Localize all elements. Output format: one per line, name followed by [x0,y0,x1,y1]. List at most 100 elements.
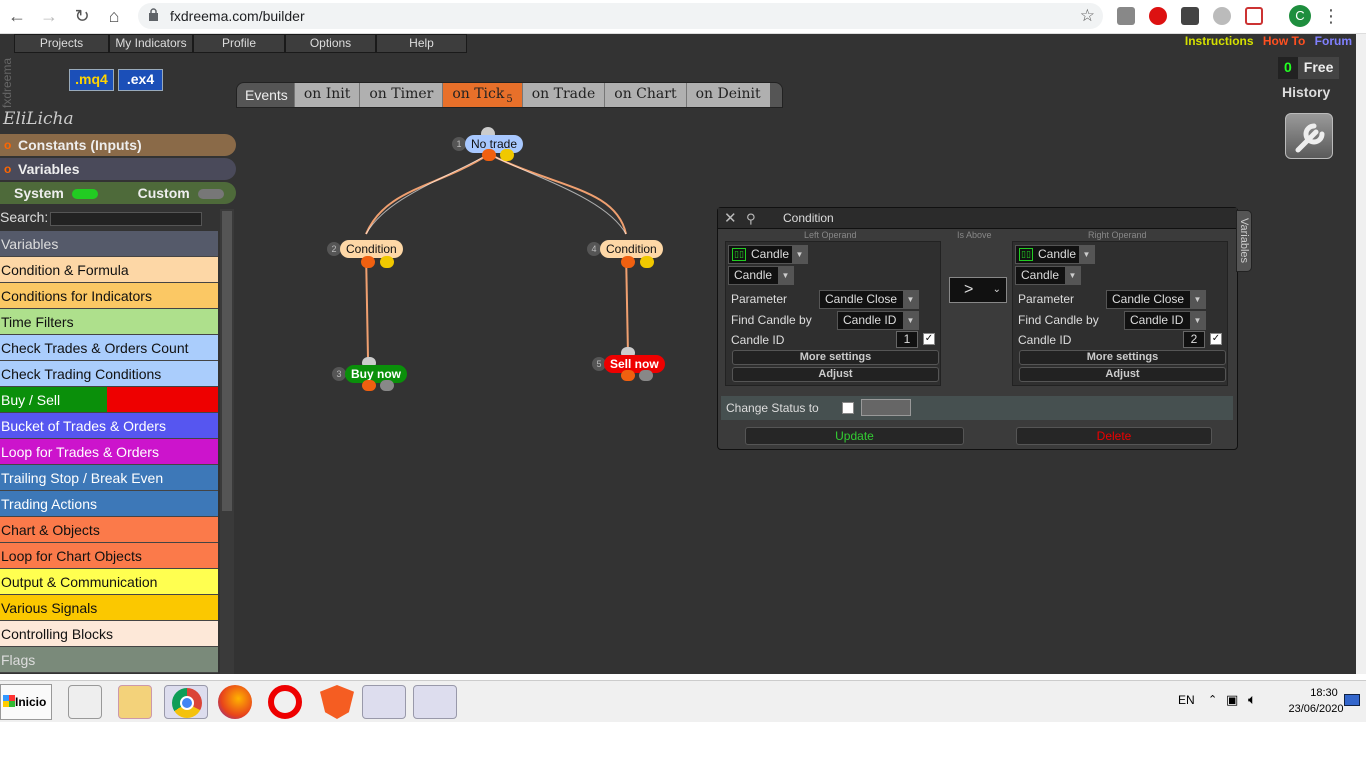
home-icon[interactable]: ⌂ [103,5,125,27]
node-sell-now[interactable]: Sell now [604,355,665,373]
right-parameter-select[interactable]: Candle Close ▼ [1106,290,1206,309]
tab-on-deinit[interactable]: on Deinit [685,83,770,107]
category-trailing-stop-break-even[interactable]: Trailing Stop / Break Even [0,465,218,491]
reload-icon[interactable]: ↻ [71,5,93,27]
flow-extension-icon[interactable] [1181,7,1199,25]
ex4-button[interactable]: .ex4 [118,69,163,91]
category-bucket-of-trades-orders[interactable]: Bucket of Trades & Orders [0,413,218,439]
scroll-thumb[interactable] [222,211,232,511]
node-output-port[interactable] [500,149,514,161]
category-chart-objects[interactable]: Chart & Objects [0,517,218,543]
node-output-port[interactable] [621,370,635,381]
chrome-app-icon[interactable] [164,685,208,719]
node-output-port[interactable] [640,256,654,268]
file-explorer-icon[interactable] [118,685,152,719]
browser-menu-icon[interactable]: ⋮ [1320,5,1342,27]
plan-box[interactable]: 0 Free [1278,57,1340,79]
category-check-trades-orders-count[interactable]: Check Trades & Orders Count [0,335,218,361]
node-output-port[interactable] [621,256,635,268]
brave-app-icon[interactable] [320,685,354,719]
network-icon[interactable]: ▣ [1226,692,1238,708]
delete-button[interactable]: Delete [1016,427,1212,445]
category-time-filters[interactable]: Time Filters [0,309,218,335]
start-button[interactable]: Inicio [0,684,52,720]
change-status-checkbox[interactable] [842,402,854,414]
extension-icon-4[interactable] [1213,7,1231,25]
howto-link[interactable]: How To [1263,34,1305,48]
mq4-button[interactable]: .mq4 [69,69,114,91]
profile-avatar[interactable]: C [1289,5,1311,27]
left-candle-id-input[interactable]: 1 [896,331,918,348]
opera-app-icon[interactable] [268,685,302,719]
system-toggle[interactable] [71,189,98,200]
equalizer-extension-icon[interactable] [1245,7,1263,25]
paint-app-icon[interactable] [413,685,457,719]
category-check-trading-conditions[interactable]: Check Trading Conditions [0,361,218,387]
left-type-select[interactable]: ▯▯ Candle ▼ [728,245,808,264]
history-link[interactable]: History [1282,84,1330,100]
category-output-communication[interactable]: Output & Communication [0,569,218,595]
bookmark-star-icon[interactable]: ☆ [1080,6,1095,26]
calculator-app-icon[interactable] [68,685,102,719]
category-variables[interactable]: Variables [0,231,218,257]
menu-help[interactable]: Help [376,34,467,53]
menu-profile[interactable]: Profile [193,34,285,53]
category-condition-formula[interactable]: Condition & Formula [0,257,218,283]
left-candle-id-checkbox[interactable]: ✓ [923,333,935,345]
tray-expand-icon[interactable]: ⌃ [1208,693,1217,706]
node-condition-4[interactable]: Condition [600,240,663,258]
notes-app-icon[interactable] [362,685,406,719]
left-sub-select[interactable]: Candle ▼ [728,266,794,285]
node-output-port[interactable] [482,149,496,161]
variables-side-tab[interactable]: Variables [1236,210,1252,272]
pin-icon[interactable]: ⚲ [746,208,756,229]
category-controlling-blocks[interactable]: Controlling Blocks [0,621,218,647]
node-output-port[interactable] [380,256,394,268]
right-more-settings-button[interactable]: More settings [1019,350,1226,365]
right-find-select[interactable]: Candle ID ▼ [1124,311,1206,330]
firefox-app-icon[interactable] [218,685,252,719]
opera-extension-icon[interactable] [1149,7,1167,25]
node-output-port[interactable] [639,370,653,381]
node-condition-2[interactable]: Condition [340,240,403,258]
right-candle-id-input[interactable]: 2 [1183,331,1205,348]
wrench-icon[interactable] [1285,113,1333,159]
node-output-port[interactable] [380,380,394,391]
right-candle-id-checkbox[interactable]: ✓ [1210,333,1222,345]
custom-toggle[interactable] [197,189,224,200]
category-conditions-for-indicators[interactable]: Conditions for Indicators [0,283,218,309]
dialog-titlebar[interactable]: ✕ ⚲ Condition [718,208,1237,229]
language-indicator[interactable]: EN [1178,693,1195,707]
tab-on-init[interactable]: on Init [293,83,360,107]
node-output-port[interactable] [361,256,375,268]
operator-select[interactable]: > ⌄ [949,277,1007,303]
menu-projects[interactable]: Projects [14,34,109,53]
left-find-select[interactable]: Candle ID ▼ [837,311,919,330]
update-button[interactable]: Update [745,427,964,445]
right-adjust-button[interactable]: Adjust [1019,367,1226,382]
right-type-select[interactable]: ▯▯ Candle ▼ [1015,245,1095,264]
address-bar[interactable]: fxdreema.com/builder ☆ [138,3,1103,29]
node-output-port[interactable] [362,380,376,391]
show-desktop-icon[interactable] [1344,694,1360,706]
left-parameter-select[interactable]: Candle Close ▼ [819,290,919,309]
status-color-swatch[interactable] [861,399,911,416]
forward-icon[interactable]: → [38,5,60,27]
close-icon[interactable]: ✕ [724,208,737,229]
category-flags[interactable]: Flags [0,647,218,673]
right-sub-select[interactable]: Candle ▼ [1015,266,1081,285]
clock-date[interactable]: 23/06/2020 [1278,703,1354,715]
category-various-signals[interactable]: Various Signals [0,595,218,621]
tab-on-chart[interactable]: on Chart [604,83,686,107]
category-loop-for-chart-objects[interactable]: Loop for Chart Objects [0,543,218,569]
category-trading-actions[interactable]: Trading Actions [0,491,218,517]
menu-my-indicators[interactable]: My Indicators [109,34,193,53]
left-more-settings-button[interactable]: More settings [732,350,939,365]
extension-icon-1[interactable] [1117,7,1135,25]
tab-on-trade[interactable]: on Trade [521,83,605,107]
menu-options[interactable]: Options [285,34,376,53]
forum-link[interactable]: Forum [1315,34,1352,48]
variables-bar[interactable]: o Variables [0,158,236,180]
tab-on-tick[interactable]: on Tick 5 [442,83,522,107]
left-adjust-button[interactable]: Adjust [732,367,939,382]
